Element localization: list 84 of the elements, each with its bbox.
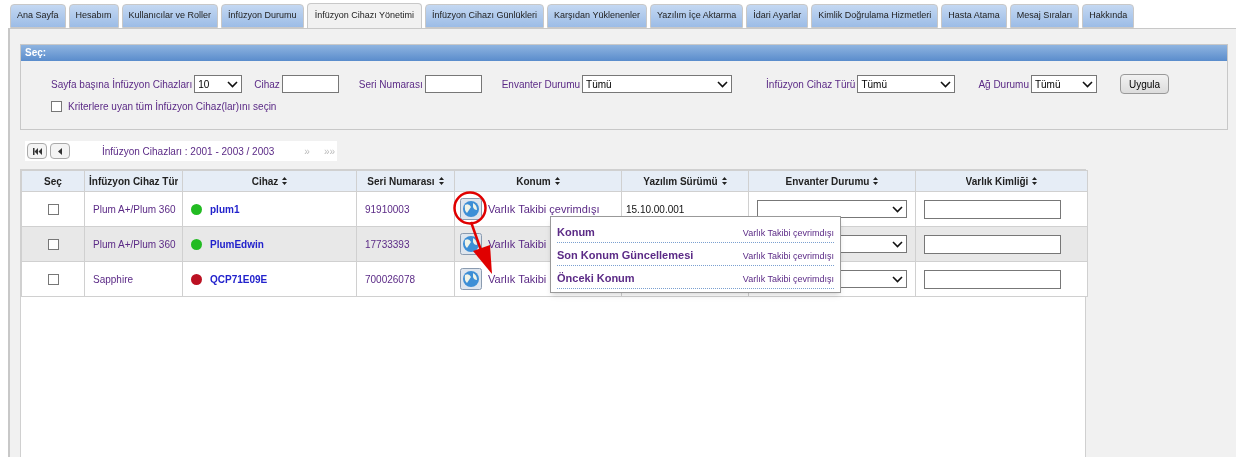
column-header: Seç bbox=[21, 170, 85, 192]
input-field[interactable] bbox=[424, 75, 482, 93]
input-field[interactable] bbox=[924, 234, 1061, 254]
device-link[interactable]: PlumEdwin bbox=[210, 236, 264, 252]
popup-label: Konum bbox=[557, 224, 595, 240]
chevron-icon bbox=[892, 205, 903, 213]
column-header[interactable]: Varlık Kimliği bbox=[915, 170, 1088, 192]
dropdown[interactable]: Tümü bbox=[1030, 75, 1097, 93]
previous-page-icon bbox=[58, 147, 62, 155]
chevron-icon bbox=[1081, 80, 1093, 88]
dropdown[interactable]: Tümü bbox=[857, 75, 956, 93]
input-field[interactable] bbox=[924, 199, 1061, 219]
location-text: Varlık Takibi bbox=[488, 236, 547, 252]
checkbox[interactable] bbox=[47, 204, 59, 216]
tab[interactable]: İdari Ayarlar bbox=[746, 4, 809, 28]
tab[interactable]: Mesaj Sıraları bbox=[1009, 4, 1080, 28]
table-cell: Plum A+/Plum 360 bbox=[93, 238, 176, 250]
checkbox[interactable] bbox=[47, 274, 59, 286]
dropdown[interactable] bbox=[757, 200, 907, 218]
chevron-icon bbox=[940, 80, 952, 88]
first-page-button[interactable] bbox=[27, 143, 47, 159]
tab[interactable]: İnfüzyon Cihazı Günlükleri bbox=[425, 4, 545, 28]
field-label: İnfüzyon Cihaz Türü bbox=[766, 77, 856, 92]
checkbox[interactable] bbox=[51, 101, 62, 112]
tab[interactable]: Kimlik Doğrulama Hizmetleri bbox=[811, 4, 939, 28]
location-text: Varlık Takibi bbox=[488, 271, 547, 287]
field-label: Seri Numarası bbox=[358, 77, 423, 92]
input-field[interactable] bbox=[924, 269, 1061, 289]
tab[interactable]: Hesabım bbox=[68, 4, 119, 28]
tab[interactable]: İnfüzyon Durumu bbox=[221, 4, 304, 28]
dropdown[interactable]: 10 bbox=[194, 75, 243, 93]
table-cell: Plum A+/Plum 360 bbox=[93, 203, 176, 215]
previous-page-button[interactable] bbox=[50, 143, 70, 159]
chevron-icon bbox=[892, 275, 903, 283]
device-link[interactable]: plum1 bbox=[210, 201, 240, 217]
tab[interactable]: Karşıdan Yüklenenler bbox=[547, 4, 647, 28]
globe-icon bbox=[460, 198, 482, 220]
column-header[interactable]: Yazılım Sürümü bbox=[621, 170, 749, 192]
table-cell: Sapphire bbox=[93, 273, 134, 285]
column-header[interactable]: Seri Numarası bbox=[356, 170, 455, 192]
popup-label: Önceki Konum bbox=[557, 270, 635, 286]
column-header: İnfüzyon Cihaz Tür bbox=[84, 170, 183, 192]
tab[interactable]: Yazılım İçe Aktarma bbox=[650, 4, 744, 28]
column-header[interactable]: Konum bbox=[454, 170, 622, 192]
popup-value: Varlık Takibi çevrimdışı bbox=[742, 226, 834, 240]
tab[interactable]: Hakkında bbox=[1082, 4, 1135, 28]
popup-value: Varlık Takibi çevrimdışı bbox=[742, 272, 834, 286]
field-label: Ağ Durumu bbox=[978, 77, 1029, 92]
popup-label: Son Konum Güncellemesi bbox=[557, 247, 694, 263]
table-cell: 91910003 bbox=[365, 203, 410, 215]
dropdown[interactable]: Tümü bbox=[582, 75, 733, 93]
tab[interactable]: Hasta Atama bbox=[941, 4, 1007, 28]
filter-header: Seç: bbox=[21, 45, 1227, 61]
column-header[interactable]: Envanter Durumu bbox=[748, 170, 916, 192]
pagination-summary: İnfüzyon Cihazları : 2001 - 2003 / 2003 bbox=[102, 144, 275, 159]
table-cell: 15.10.00.001 bbox=[626, 203, 685, 215]
column-header[interactable]: Cihaz bbox=[182, 170, 357, 192]
table-cell: 700026078 bbox=[365, 273, 416, 285]
tab[interactable]: İnfüzyon Cihazı Yönetimi bbox=[306, 3, 423, 28]
chevron-icon bbox=[892, 240, 903, 248]
table-cell: 17733393 bbox=[365, 238, 410, 250]
chevron-icon bbox=[717, 80, 729, 88]
first-page-icon bbox=[32, 147, 42, 155]
tab[interactable]: Ana Sayfa bbox=[10, 4, 66, 28]
sort-icon bbox=[282, 177, 288, 185]
sort-icon bbox=[721, 177, 727, 185]
input-field[interactable] bbox=[281, 75, 339, 93]
location-text: Varlık Takibi çevrimdışı bbox=[488, 201, 600, 217]
globe-icon bbox=[460, 268, 482, 290]
apply-button[interactable]: Uygula bbox=[1119, 74, 1170, 94]
sort-icon bbox=[438, 177, 444, 185]
field-label: Sayfa başına İnfüzyon Cihazları bbox=[51, 77, 193, 92]
select-all-label: Kriterlere uyan tüm İnfüzyon Cihaz(lar)ını seçin bbox=[68, 99, 277, 114]
sort-icon bbox=[554, 177, 560, 185]
tab[interactable]: Kullanıcılar ve Roller bbox=[121, 4, 219, 28]
sort-icon bbox=[1032, 177, 1038, 185]
device-link[interactable]: QCP71E09E bbox=[210, 271, 268, 287]
popup-value: Varlık Takibi çevrimdışı bbox=[742, 249, 834, 263]
field-label: Cihaz bbox=[254, 77, 280, 92]
chevron-icon bbox=[227, 80, 239, 88]
annotation-circle bbox=[453, 191, 487, 225]
field-label: Envanter Durumu bbox=[501, 77, 581, 92]
checkbox[interactable] bbox=[47, 239, 59, 251]
sort-icon bbox=[873, 177, 879, 185]
